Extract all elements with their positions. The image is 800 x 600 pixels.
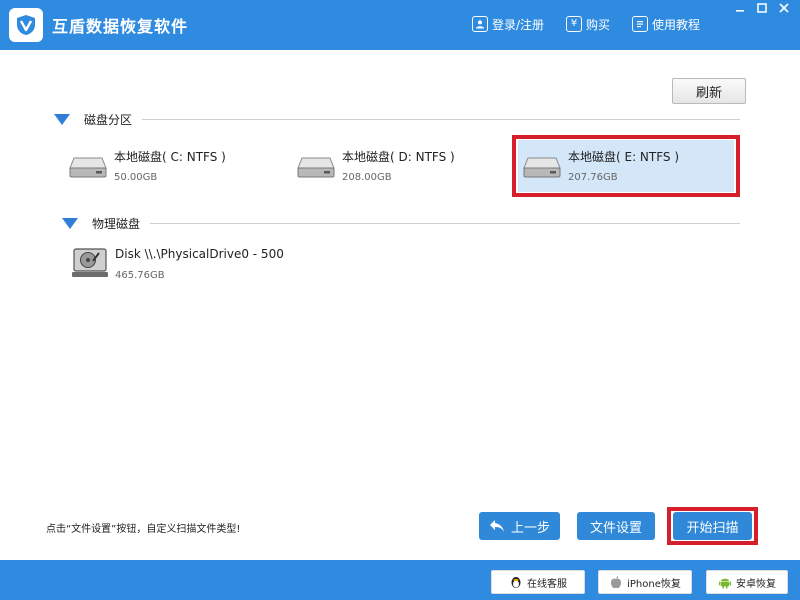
physical-disk-size: 465.76GB xyxy=(115,270,165,281)
app-title: 互盾数据恢复软件 xyxy=(52,17,189,36)
online-service-label: 在线客服 xyxy=(527,578,567,590)
minimize-icon xyxy=(736,10,744,12)
collapse-triangle-icon[interactable] xyxy=(62,217,78,229)
tutorial-label: 使用教程 xyxy=(652,17,701,32)
file-settings-button[interactable]: 文件设置 xyxy=(577,512,655,540)
title-bar: 互盾数据恢复软件 登录/注册 ¥ 购买 使用教程 xyxy=(0,0,800,50)
hard-drive-icon xyxy=(69,157,107,178)
user-icon xyxy=(472,16,488,32)
selection-annotation-box xyxy=(512,135,740,197)
physical-section-header[interactable]: 物理磁盘 xyxy=(62,213,740,233)
back-label: 上一步 xyxy=(510,520,550,536)
partition-section-header[interactable]: 磁盘分区 xyxy=(54,109,740,129)
drive-name: 本地磁盘( D: NTFS ) xyxy=(342,150,455,164)
partition-section-title: 磁盘分区 xyxy=(84,112,133,127)
drive-item-c[interactable]: 本地磁盘( C: NTFS ) 50.00GB xyxy=(68,142,290,192)
physical-disk-item[interactable]: Disk \\.\PhysicalDrive0 - 500 465.76GB xyxy=(72,243,332,287)
drive-name: 本地磁盘( C: NTFS ) xyxy=(114,150,226,164)
tip-text: 点击“文件设置”按钮，自定义扫描文件类型! xyxy=(46,524,241,535)
close-icon xyxy=(779,3,789,13)
document-icon xyxy=(632,16,648,32)
tutorial-link[interactable]: 使用教程 xyxy=(632,14,700,34)
login-label: 登录/注册 xyxy=(492,17,545,32)
shield-v-icon xyxy=(17,15,35,35)
drive-size: 50.00GB xyxy=(114,172,158,183)
drive-size: 208.00GB xyxy=(342,172,392,183)
iphone-recovery-label: iPhone恢复 xyxy=(627,578,681,590)
physical-disk-name: Disk \\.\PhysicalDrive0 - 500 xyxy=(115,247,284,261)
start-scan-annotation-box xyxy=(667,507,758,545)
section-divider xyxy=(150,222,740,224)
android-icon xyxy=(718,575,732,589)
buy-label: 购买 xyxy=(586,17,611,32)
maximize-icon xyxy=(757,3,767,13)
minimize-button[interactable] xyxy=(730,0,750,16)
android-recovery-label: 安卓恢复 xyxy=(736,578,776,590)
buy-link[interactable]: ¥ 购买 xyxy=(566,14,610,34)
physical-disk-icon xyxy=(72,248,108,277)
qq-penguin-icon xyxy=(509,575,523,589)
android-recovery-button[interactable]: 安卓恢复 xyxy=(706,570,788,594)
yuan-icon: ¥ xyxy=(566,16,582,32)
drive-item-d[interactable]: 本地磁盘( D: NTFS ) 208.00GB xyxy=(296,142,518,192)
physical-section-title: 物理磁盘 xyxy=(92,216,141,231)
hard-drive-icon xyxy=(297,157,335,178)
close-button[interactable] xyxy=(774,0,794,16)
online-service-button[interactable]: 在线客服 xyxy=(491,570,585,594)
iphone-recovery-button[interactable]: iPhone恢复 xyxy=(598,570,692,594)
refresh-button[interactable]: 刷新 xyxy=(672,78,746,104)
app-logo xyxy=(9,8,43,42)
section-divider xyxy=(142,118,740,120)
login-link[interactable]: 登录/注册 xyxy=(472,14,544,34)
back-button[interactable]: 上一步 xyxy=(479,512,560,540)
back-arrow-icon xyxy=(489,520,504,532)
maximize-button[interactable] xyxy=(752,0,772,16)
collapse-triangle-icon[interactable] xyxy=(54,113,70,125)
apple-icon xyxy=(609,575,623,589)
